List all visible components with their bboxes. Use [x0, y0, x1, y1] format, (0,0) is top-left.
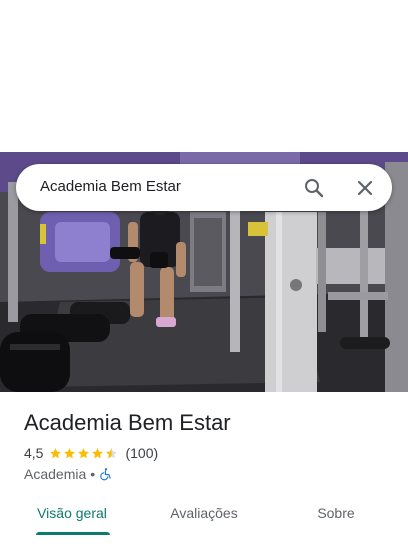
place-category: Academia	[24, 466, 87, 482]
blank-area	[0, 0, 408, 152]
category-row: Academia •	[24, 465, 113, 483]
tab-overview[interactable]: Visão geral	[20, 500, 124, 542]
close-icon[interactable]	[353, 176, 377, 200]
place-info-panel: Academia Bem Estar 4,5 (100) Academia • …	[0, 392, 408, 544]
star-half-icon	[106, 447, 118, 458]
review-count[interactable]: (100)	[125, 445, 158, 461]
tab-reviews[interactable]: Avaliações	[152, 500, 256, 542]
search-bar[interactable]: Academia Bem Estar	[16, 164, 392, 211]
star-icon	[64, 447, 76, 458]
star-icon	[50, 447, 62, 458]
tab-about[interactable]: Sobre	[284, 500, 388, 542]
separator-dot: •	[90, 466, 96, 482]
rating-row[interactable]: 4,5 (100)	[24, 444, 158, 462]
search-icon[interactable]	[302, 176, 326, 200]
star-icon	[92, 447, 104, 458]
star-rating	[49, 447, 119, 460]
place-title: Academia Bem Estar	[24, 410, 231, 435]
search-query[interactable]: Academia Bem Estar	[40, 178, 181, 195]
active-tab-indicator	[36, 532, 110, 535]
star-icon	[78, 447, 90, 458]
wheelchair-icon	[100, 468, 111, 481]
rating-value: 4,5	[24, 445, 44, 461]
tab-bar: Visão geral Avaliações Sobre	[0, 500, 408, 544]
